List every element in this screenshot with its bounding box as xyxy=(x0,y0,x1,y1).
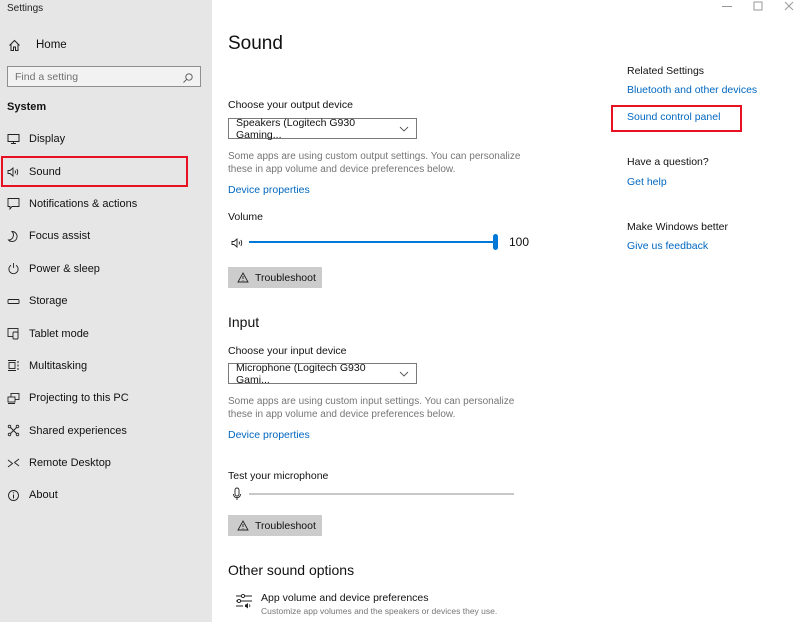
microphone-icon xyxy=(232,487,242,501)
get-help-link[interactable]: Get help xyxy=(627,176,667,188)
sidebar-item-label: Focus assist xyxy=(29,230,91,243)
sidebar-item-remote-desktop[interactable]: Remote Desktop xyxy=(0,447,212,479)
volume-track[interactable] xyxy=(249,241,496,243)
highlight-annotation xyxy=(611,105,742,132)
notifications-icon xyxy=(7,197,20,211)
sidebar-item-tablet-mode[interactable]: Tablet mode xyxy=(0,317,212,349)
tablet-mode-icon xyxy=(7,327,20,340)
app-volume-title: App volume and device preferences xyxy=(261,592,429,604)
sidebar-item-focus-assist[interactable]: Focus assist xyxy=(0,220,212,252)
sidebar-item-label: Power & sleep xyxy=(29,262,100,275)
sidebar-item-projecting[interactable]: Projecting to this PC xyxy=(0,382,212,414)
sidebar-item-shared-experiences[interactable]: Shared experiences xyxy=(0,415,212,447)
sidebar-item-label: Notifications & actions xyxy=(29,197,138,210)
volume-value: 100 xyxy=(509,235,530,249)
search-icon[interactable] xyxy=(182,71,194,83)
storage-icon xyxy=(7,295,20,308)
have-question-heading: Have a question? xyxy=(627,156,709,168)
microphone-level-meter xyxy=(228,486,518,502)
projecting-icon xyxy=(7,392,20,405)
power-icon xyxy=(7,262,20,275)
multitasking-icon xyxy=(7,359,20,372)
sidebar-item-label: Tablet mode xyxy=(29,327,89,340)
sidebar-item-storage[interactable]: Storage xyxy=(0,285,212,317)
app-title: Settings xyxy=(7,3,44,14)
volume-thumb[interactable] xyxy=(493,234,498,250)
home-label: Home xyxy=(36,39,67,51)
speaker-icon xyxy=(7,165,20,178)
input-device-dropdown[interactable]: Microphone (Logitech G930 Gami... xyxy=(228,361,417,386)
sidebar-item-about[interactable]: About xyxy=(0,479,212,511)
output-device-label: Choose your output device xyxy=(228,99,353,111)
sidebar-item-power-sleep[interactable]: Power & sleep xyxy=(0,253,212,285)
sidebar: Settings Home System Display Sound Notif… xyxy=(0,0,212,622)
speaker-icon[interactable] xyxy=(231,236,245,248)
sidebar-item-label: Sound xyxy=(29,165,61,178)
chevron-down-icon xyxy=(399,123,409,135)
make-windows-better-heading: Make Windows better xyxy=(627,221,728,233)
sidebar-home[interactable]: Home xyxy=(7,37,67,53)
troubleshoot-label: Troubleshoot xyxy=(255,519,316,532)
output-device-value: Speakers (Logitech G930 Gaming... xyxy=(236,116,356,141)
output-device-properties-link[interactable]: Device properties xyxy=(228,184,310,196)
input-heading: Input xyxy=(228,314,260,330)
sidebar-item-sound[interactable]: Sound xyxy=(0,155,212,188)
input-device-label: Choose your input device xyxy=(228,345,347,357)
output-troubleshoot-button[interactable]: Troubleshoot xyxy=(228,267,322,288)
output-device-dropdown[interactable]: Speakers (Logitech G930 Gaming... xyxy=(228,116,417,141)
sidebar-item-label: About xyxy=(29,489,58,502)
home-icon xyxy=(7,38,21,52)
chevron-down-icon xyxy=(399,368,409,380)
related-settings-heading: Related Settings xyxy=(627,65,705,77)
volume-slider[interactable]: 100 xyxy=(228,234,530,250)
warning-icon xyxy=(237,520,249,531)
give-feedback-link[interactable]: Give us feedback xyxy=(627,240,708,252)
sidebar-item-label: Projecting to this PC xyxy=(29,392,129,405)
info-icon xyxy=(7,489,20,502)
display-icon xyxy=(7,133,20,146)
sidebar-item-display[interactable]: Display xyxy=(0,123,212,155)
remote-desktop-icon xyxy=(7,457,20,470)
other-sound-options-heading: Other sound options xyxy=(228,562,355,578)
sidebar-item-label: Display xyxy=(29,133,66,146)
sidebar-item-label: Shared experiences xyxy=(29,424,127,437)
input-device-value: Microphone (Logitech G930 Gami... xyxy=(236,361,366,386)
troubleshoot-label: Troubleshoot xyxy=(255,271,316,284)
microphone-level-track xyxy=(249,493,514,495)
sidebar-item-label: Storage xyxy=(29,295,68,308)
volume-label: Volume xyxy=(228,211,264,223)
sliders-icon xyxy=(235,593,253,609)
input-description: Some apps are using custom input setting… xyxy=(228,396,515,420)
sidebar-item-multitasking[interactable]: Multitasking xyxy=(0,350,212,382)
bluetooth-devices-link[interactable]: Bluetooth and other devices xyxy=(627,84,757,96)
warning-icon xyxy=(237,272,249,283)
output-description: Some apps are using custom output settin… xyxy=(228,151,521,175)
sidebar-item-notifications[interactable]: Notifications & actions xyxy=(0,188,212,220)
app-volume-subtitle: Customize app volumes and the speakers o… xyxy=(261,606,498,616)
section-title-system: System xyxy=(7,101,47,113)
sidebar-item-label: Remote Desktop xyxy=(29,457,111,470)
moon-icon xyxy=(7,230,20,243)
input-troubleshoot-button[interactable]: Troubleshoot xyxy=(228,515,322,536)
page-title: Sound xyxy=(228,33,283,54)
input-device-properties-link[interactable]: Device properties xyxy=(228,429,310,441)
sidebar-nav: Display Sound Notifications & actions Fo… xyxy=(0,123,212,512)
search-input[interactable] xyxy=(8,70,178,83)
app-volume-preferences-item[interactable]: App volume and device preferences Custom… xyxy=(235,592,497,616)
test-microphone-label: Test your microphone xyxy=(228,470,329,482)
search-box[interactable] xyxy=(7,66,201,87)
shared-experiences-icon xyxy=(7,424,20,437)
sidebar-item-label: Multitasking xyxy=(29,359,88,372)
